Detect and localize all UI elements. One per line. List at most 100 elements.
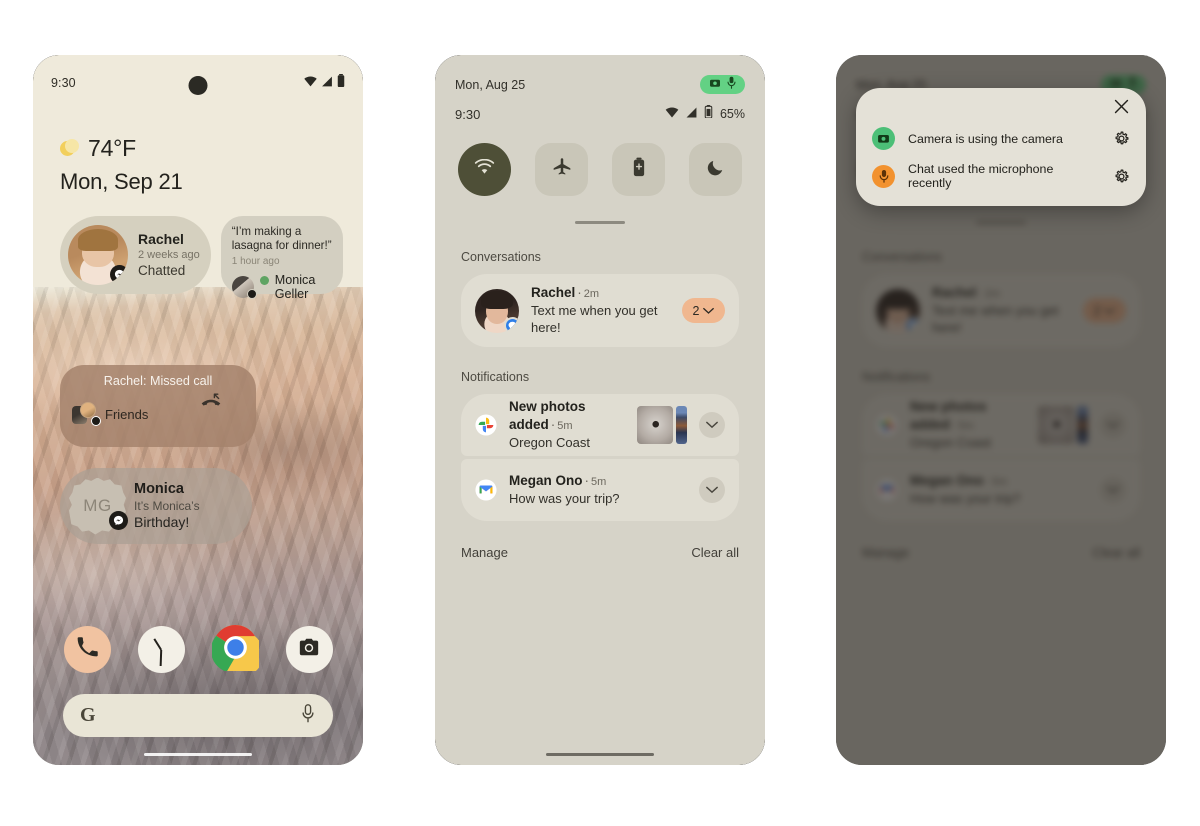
gear-icon[interactable] xyxy=(1113,168,1130,185)
notification-body: Oregon Coast xyxy=(509,435,590,451)
notification-thumbnails xyxy=(1038,406,1088,444)
wifi-icon xyxy=(665,105,679,123)
birthday-line-2: Birthday! xyxy=(134,514,190,531)
notification-time: 2m xyxy=(583,287,600,300)
dock-app-clock[interactable] xyxy=(137,626,185,673)
notification-time: 5m xyxy=(591,475,607,488)
dock-app-phone[interactable] xyxy=(63,626,111,673)
online-status-dot xyxy=(259,275,269,285)
notification-megan-ono[interactable]: Megan Ono · 5m How was your trip? xyxy=(461,459,739,521)
notification-title: New photos added xyxy=(509,399,586,432)
quick-tile-airplane[interactable] xyxy=(535,143,588,196)
weather-widget[interactable]: 74°F Mon, Sep 21 xyxy=(60,135,183,195)
signal-icon xyxy=(321,74,333,92)
privacy-label: Chat used the microphone recently xyxy=(908,162,1054,190)
notification-count-pill[interactable]: 2 xyxy=(682,298,725,323)
photo-thumbnail xyxy=(1038,406,1074,444)
birthday-line-1: It’s Monica’s xyxy=(134,499,200,514)
dock-app-camera[interactable] xyxy=(285,626,333,673)
separator: · xyxy=(550,416,556,432)
notification-title: Rachel xyxy=(932,284,977,300)
battery-icon xyxy=(337,74,345,92)
chevron-down-icon xyxy=(1107,416,1119,434)
privacy-item-camera[interactable]: Camera is using the camera xyxy=(872,127,1130,150)
navigation-pill[interactable] xyxy=(546,752,654,756)
conversation-notification-rachel: Rachel · 2m Text me when you get here! 2 xyxy=(862,274,1140,347)
gear-icon[interactable] xyxy=(1113,130,1130,147)
conversation-widgets: Rachel 2 weeks ago Chatted “I’m making a… xyxy=(60,216,343,301)
privacy-indicators-dialog[interactable]: Camera is using the camera Chat used the… xyxy=(856,88,1146,206)
microphone-icon xyxy=(727,76,736,94)
notification-shade: Mon, Aug 25 9:30 65% Conversations Rache… xyxy=(435,55,765,765)
manage-button: Manage xyxy=(862,545,909,560)
microphone-icon[interactable] xyxy=(300,703,316,728)
home-screen: 9:30 74°F Mon, Sep 21 Rachel 2 weeks ago… xyxy=(33,55,363,765)
notification-title: Megan Ono xyxy=(509,472,583,488)
shade-status-area: Mon, Aug 25 9:30 65% xyxy=(435,55,765,123)
privacy-indicator-chip[interactable] xyxy=(700,75,745,94)
notification-body: How was your trip? xyxy=(910,491,1021,507)
dock-app-chrome[interactable] xyxy=(210,624,264,677)
notification-shade-dimmed: Mon, Aug 25 9:30 xyxy=(836,55,1166,765)
google-search-bar[interactable]: G xyxy=(63,694,333,737)
clear-all-button: Clear all xyxy=(1092,545,1140,560)
quick-tile-wifi[interactable] xyxy=(458,143,511,196)
shade-drag-handle[interactable] xyxy=(575,221,625,224)
count-label: 2 xyxy=(692,303,700,318)
contact-name: Monica Geller xyxy=(274,273,316,302)
messenger-icon xyxy=(109,510,128,530)
notification-time: 2m xyxy=(984,287,1001,300)
widget-rachel-conversation[interactable]: Rachel 2 weeks ago Chatted xyxy=(60,216,211,294)
widget-birthday[interactable]: MG Monica It’s Monica’s Birthday! xyxy=(60,468,252,544)
separator: · xyxy=(584,472,590,488)
notification-new-photos: New photos added · 5m Oregon Coast xyxy=(862,394,1140,456)
photo-thumbnail[interactable] xyxy=(637,406,673,444)
count-label: 2 xyxy=(1093,303,1101,318)
navigation-pill[interactable] xyxy=(144,752,252,756)
conversation-notification-rachel[interactable]: Rachel · 2m Text me when you get here! 2 xyxy=(461,274,739,347)
phone-notification-shade: Mon, Aug 25 9:30 65% Conversations Rache… xyxy=(435,55,765,765)
notification-thumbnails[interactable] xyxy=(637,406,687,444)
manage-button[interactable]: Manage xyxy=(461,545,508,560)
widget-timestamp: 2 weeks ago xyxy=(138,249,200,262)
widget-monica-quote[interactable]: “I’m making a lasagna for dinner!” 1 hou… xyxy=(220,216,343,301)
privacy-item-microphone[interactable]: Chat used the microphone recently xyxy=(872,162,1130,190)
notification-body: Text me when you get here! xyxy=(531,303,658,336)
shade-time: 9:30 xyxy=(455,106,481,122)
close-icon[interactable] xyxy=(1113,98,1130,115)
quick-tile-do-not-disturb[interactable] xyxy=(689,143,742,196)
widget-action: Chatted xyxy=(138,263,186,279)
avatar xyxy=(68,225,128,285)
messages-icon xyxy=(905,316,920,333)
chevron-down-icon xyxy=(1107,481,1119,499)
expand-button[interactable] xyxy=(699,412,725,438)
date-label: Mon, Sep 21 xyxy=(60,169,183,194)
chevron-down-icon xyxy=(706,481,718,499)
quick-tile-battery-saver[interactable] xyxy=(612,143,665,196)
notification-time: 5m xyxy=(958,419,974,432)
screenshot-stage: 9:30 74°F Mon, Sep 21 Rachel 2 weeks ago… xyxy=(0,0,1200,826)
shade-date: Mon, Aug 25 xyxy=(455,77,526,92)
avatar xyxy=(231,276,257,300)
missed-call-icon xyxy=(200,393,222,414)
avatar xyxy=(876,288,920,333)
temperature-label: 74°F xyxy=(88,135,137,161)
gmail-icon xyxy=(876,479,898,501)
expand-button[interactable] xyxy=(699,477,725,503)
section-header-conversations: Conversations xyxy=(862,250,942,264)
messages-icon xyxy=(504,316,519,333)
battery-percent: 65% xyxy=(719,107,745,121)
chevron-down-icon xyxy=(703,304,715,318)
photo-thumbnail[interactable] xyxy=(676,406,687,444)
missed-call-title: Rachel: Missed call xyxy=(103,374,213,388)
section-header-conversations: Conversations xyxy=(461,250,541,264)
camera-icon xyxy=(872,127,895,150)
expand-button xyxy=(1100,412,1126,438)
clear-all-button[interactable]: Clear all xyxy=(691,545,739,560)
notification-new-photos[interactable]: New photos added · 5m Oregon Coast xyxy=(461,394,739,456)
chrome-icon xyxy=(210,624,264,677)
widget-missed-call[interactable]: Rachel: Missed call Friends xyxy=(60,365,256,447)
notification-time: 5m xyxy=(992,475,1008,488)
battery-saver-icon xyxy=(633,157,645,182)
quote-text: “I’m making a lasagna for dinner!” xyxy=(231,225,332,253)
